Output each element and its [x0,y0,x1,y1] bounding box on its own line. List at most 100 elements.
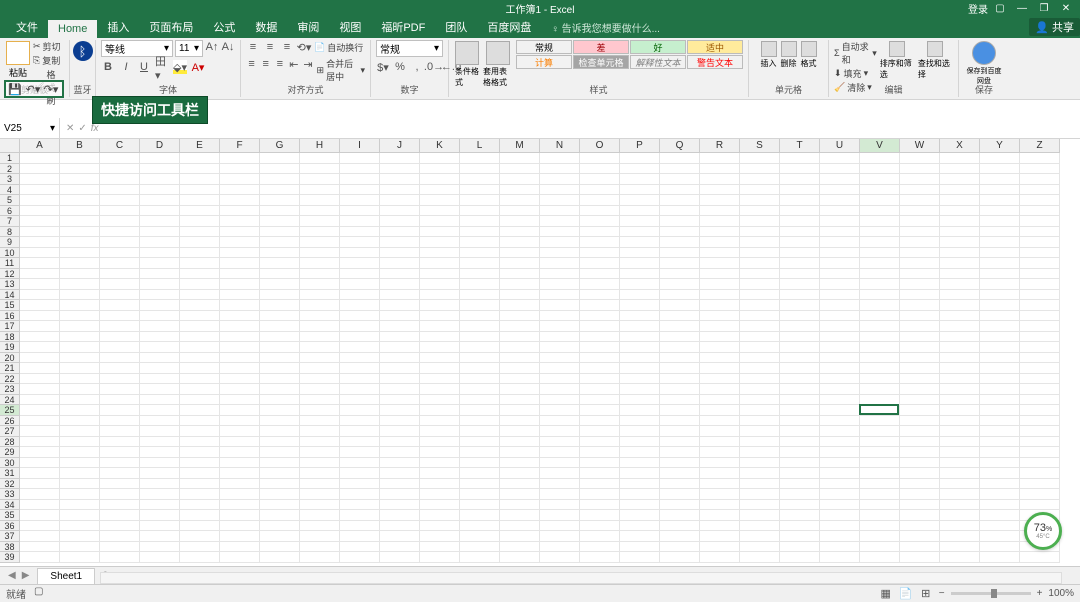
cell[interactable] [460,342,500,353]
cell[interactable] [980,552,1020,563]
cell[interactable] [700,468,740,479]
cell[interactable] [220,290,260,301]
cell[interactable] [700,374,740,385]
view-break-icon[interactable]: ⊞ [919,587,933,601]
col-header[interactable]: U [820,139,860,153]
cell[interactable] [460,447,500,458]
cell[interactable] [380,521,420,532]
bold-button[interactable]: B [101,60,115,74]
cell[interactable] [380,479,420,490]
cell[interactable] [420,416,460,427]
col-header[interactable]: D [140,139,180,153]
cell[interactable] [140,395,180,406]
cell[interactable] [300,531,340,542]
cell[interactable] [940,500,980,511]
cell[interactable] [860,437,900,448]
maximize-icon[interactable]: ❐ [1034,2,1054,16]
cell[interactable] [660,468,700,479]
cell[interactable] [60,468,100,479]
cell[interactable] [900,237,940,248]
cell[interactable] [500,258,540,269]
zoom-in-icon[interactable]: + [1037,588,1043,599]
cell[interactable] [100,206,140,217]
cell[interactable] [700,531,740,542]
cell[interactable] [20,174,60,185]
cell[interactable] [660,552,700,563]
cell[interactable] [820,174,860,185]
cell[interactable] [940,531,980,542]
spreadsheet-grid[interactable]: ABCDEFGHIJKLMNOPQRSTUVWXYZ 1234567891011… [0,139,1080,566]
cell[interactable] [460,321,500,332]
cell[interactable] [860,405,900,416]
cell[interactable] [180,174,220,185]
cell[interactable] [300,227,340,238]
cell[interactable] [260,489,300,500]
cell[interactable] [660,321,700,332]
cell[interactable] [220,174,260,185]
cell[interactable] [540,269,580,280]
cell[interactable] [820,258,860,269]
cell[interactable] [340,248,380,259]
cell[interactable] [980,279,1020,290]
cell[interactable] [140,290,180,301]
cell[interactable] [900,479,940,490]
cell[interactable] [340,300,380,311]
font-color-button[interactable]: A▾ [191,60,205,74]
cell[interactable] [180,332,220,343]
cell[interactable] [60,164,100,175]
cell[interactable] [900,195,940,206]
align-left-icon[interactable]: ≡ [246,57,257,71]
cell[interactable] [580,542,620,553]
cell[interactable] [540,227,580,238]
cell[interactable] [340,468,380,479]
cell[interactable] [500,500,540,511]
cell[interactable] [460,458,500,469]
cell[interactable] [860,489,900,500]
align-right-icon[interactable]: ≡ [274,57,285,71]
cell[interactable] [540,206,580,217]
cell[interactable] [660,458,700,469]
cell[interactable] [940,353,980,364]
cell[interactable] [100,269,140,280]
row-header[interactable]: 18 [0,332,20,343]
cell[interactable] [60,447,100,458]
cell[interactable] [460,195,500,206]
cell[interactable] [820,279,860,290]
cell[interactable] [300,489,340,500]
cell[interactable] [780,153,820,164]
cell[interactable] [820,269,860,280]
row-header[interactable]: 22 [0,374,20,385]
cell[interactable] [700,332,740,343]
cancel-formula-icon[interactable]: ✕ [66,123,74,134]
cell[interactable] [620,174,660,185]
cell[interactable] [20,552,60,563]
cell[interactable] [180,384,220,395]
col-header[interactable]: I [340,139,380,153]
cell[interactable] [180,227,220,238]
cell[interactable] [220,437,260,448]
fill-color-button[interactable]: ⬙▾ [173,60,187,74]
row-header[interactable]: 19 [0,342,20,353]
cell[interactable] [20,416,60,427]
cell[interactable] [620,479,660,490]
cell[interactable] [620,321,660,332]
cell[interactable] [1020,416,1060,427]
cell[interactable] [980,300,1020,311]
cell[interactable] [1020,500,1060,511]
cell[interactable] [180,405,220,416]
style-check[interactable]: 检查单元格 [573,55,629,69]
cell[interactable] [180,552,220,563]
cell[interactable] [300,258,340,269]
cell[interactable] [620,279,660,290]
cell[interactable] [1020,447,1060,458]
cell[interactable] [60,227,100,238]
cell[interactable] [60,279,100,290]
cell[interactable] [540,552,580,563]
copy-button[interactable]: ⎘ 复制 [33,54,64,67]
cell[interactable] [820,300,860,311]
cell[interactable] [580,437,620,448]
cell[interactable] [620,227,660,238]
cell[interactable] [900,374,940,385]
cell[interactable] [100,521,140,532]
cell[interactable] [540,216,580,227]
